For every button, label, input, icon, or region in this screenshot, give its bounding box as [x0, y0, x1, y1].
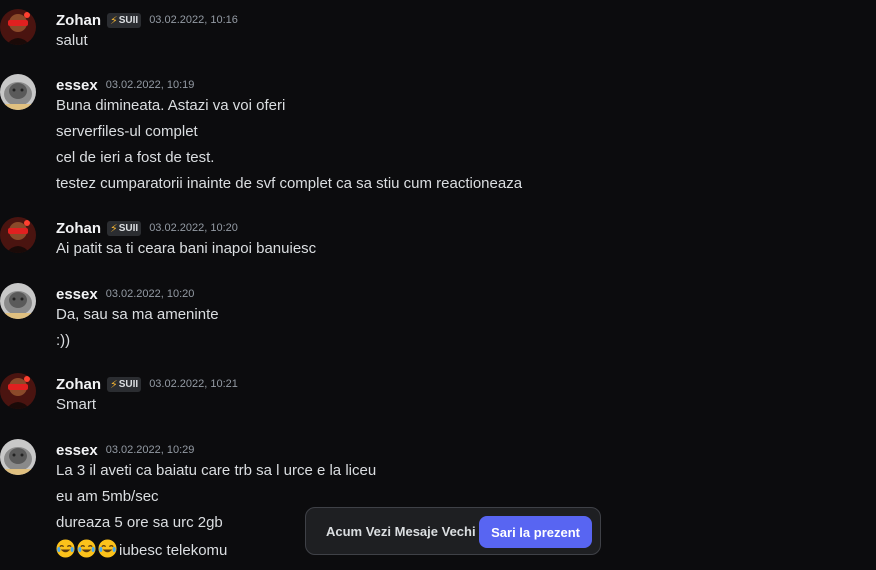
message-group: essex 03.02.2022, 10:19 Buna dimineata. … — [0, 74, 876, 200]
message-header: Zohan ⚡ SUII 03.02.2022, 10:16 — [56, 9, 238, 31]
user-tag-label: SUII — [118, 222, 139, 234]
message-group: essex 03.02.2022, 10:20 Da, sau sa ma am… — [0, 283, 876, 355]
avatar-zohan[interactable] — [0, 9, 36, 45]
message-text: Smart — [56, 396, 97, 413]
lightning-bolt-icon: ⚡ — [110, 14, 118, 27]
message-group: Zohan ⚡ SUII 03.02.2022, 10:16 salut — [0, 9, 876, 55]
timestamp: 03.02.2022, 10:16 — [149, 14, 238, 26]
jump-to-present-bar: Acum Vezi Mesaje Vechi Sari la prezent — [305, 507, 601, 555]
jump-to-present-button[interactable]: Sari la prezent — [479, 516, 592, 548]
timestamp: 03.02.2022, 10:20 — [105, 288, 195, 300]
message-header: Zohan ⚡ SUII 03.02.2022, 10:21 — [56, 373, 238, 395]
message-text: Buna dimineata. Astazi va voi oferi — [56, 97, 286, 114]
joy-emoji-icon — [98, 539, 117, 558]
message-header: Zohan ⚡ SUII 03.02.2022, 10:20 — [56, 217, 238, 239]
timestamp: 03.02.2022, 10:29 — [105, 444, 195, 456]
message-group: Zohan ⚡ SUII 03.02.2022, 10:21 Smart — [0, 373, 876, 419]
avatar-zohan[interactable] — [0, 373, 36, 409]
message-text: cel de ieri a fost de test. — [56, 149, 215, 166]
user-tag[interactable]: ⚡ SUII — [107, 220, 142, 236]
user-tag-label: SUII — [118, 378, 139, 390]
user-tag-label: SUII — [118, 14, 139, 26]
avatar-zohan[interactable] — [0, 217, 36, 253]
username[interactable]: Zohan — [56, 220, 101, 237]
username[interactable]: essex — [56, 286, 98, 303]
message-text: testez cumparatorii inainte de svf compl… — [56, 175, 523, 192]
chat-messages: Zohan ⚡ SUII 03.02.2022, 10:16 salut esse… — [0, 0, 876, 570]
username[interactable]: essex — [56, 442, 98, 459]
message-text: salut — [56, 32, 88, 49]
message-header: essex 03.02.2022, 10:20 — [56, 283, 194, 305]
username[interactable]: Zohan — [56, 376, 101, 393]
avatar-essex[interactable] — [0, 74, 36, 110]
message-header: essex 03.02.2022, 10:19 — [56, 74, 194, 96]
lightning-bolt-icon: ⚡ — [110, 222, 118, 235]
message-text: Da, sau sa ma ameninte — [56, 306, 219, 323]
timestamp: 03.02.2022, 10:19 — [105, 79, 195, 91]
message-text: serverfiles-ul complet — [56, 123, 198, 140]
joy-emoji-icon — [56, 539, 75, 558]
message-text: La 3 il aveti ca baiatu care trb sa l ur… — [56, 462, 377, 479]
avatar-essex[interactable] — [0, 439, 36, 475]
username[interactable]: essex — [56, 77, 98, 94]
message-text: iubesc telekomu — [119, 542, 228, 559]
username[interactable]: Zohan — [56, 12, 101, 29]
message-text: :)) — [56, 332, 71, 349]
message-text: Ai patit sa ti ceara bani inapoi banuies… — [56, 240, 317, 257]
message-header: essex 03.02.2022, 10:29 — [56, 439, 194, 461]
timestamp: 03.02.2022, 10:20 — [149, 222, 238, 234]
message-group: Zohan ⚡ SUII 03.02.2022, 10:20 Ai patit s… — [0, 217, 876, 263]
user-tag[interactable]: ⚡ SUII — [107, 12, 142, 28]
old-messages-label: Acum Vezi Mesaje Vechi — [326, 523, 476, 539]
user-tag[interactable]: ⚡ SUII — [107, 376, 142, 392]
avatar-essex[interactable] — [0, 283, 36, 319]
timestamp: 03.02.2022, 10:21 — [149, 378, 238, 390]
lightning-bolt-icon: ⚡ — [110, 378, 118, 391]
joy-emoji-icon — [77, 539, 96, 558]
